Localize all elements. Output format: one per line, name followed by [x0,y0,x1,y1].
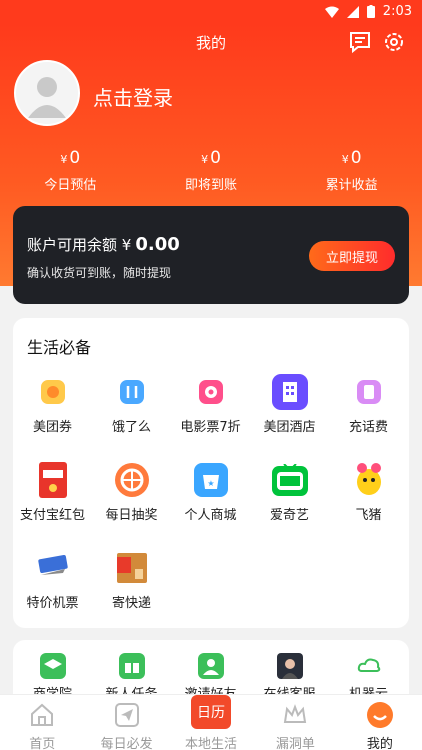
tab-mine[interactable]: 我的 [338,695,422,750]
currency-symbol: ¥ [341,153,349,166]
grid-item-fliggy[interactable]: 飞猪 [329,456,408,544]
tool-item-newbie-task[interactable]: 新人任务 [92,652,171,700]
grid-item-alipay-redpacket[interactable]: 支付宝红包 [13,456,92,544]
stat-value: 0 [69,148,81,168]
stat-total-earnings[interactable]: ¥0 累计收益 [281,148,422,193]
balance-label: 账户可用余额 [27,236,118,254]
grid-item-label: 饿了么 [111,420,151,435]
balance-amount: 0.00 [135,234,180,255]
fliggy-icon [351,462,387,498]
meituan-coupon-icon [35,374,71,410]
grid-item-label: 电影票7折 [180,420,241,435]
svg-text:★: ★ [207,479,214,488]
home-icon [28,701,56,729]
currency-symbol: ¥ [60,153,68,166]
grid-item-label: 美团券 [32,420,72,435]
movie-ticket-icon [193,374,229,410]
grid-item-label: 爱奇艺 [269,508,309,523]
stat-label: 今日预估 [44,178,97,193]
status-bar: 2:03 [0,0,422,24]
tab-label: 首页 [29,737,56,750]
section-title: 生活必备 [27,338,92,357]
stat-upcoming[interactable]: ¥0 即将到账 [141,148,282,193]
balance-card: 账户可用余额 ¥0.00 确认收货可到账，随时提现 立即提现 [13,206,409,304]
grid-item-label: 寄快递 [111,596,151,611]
alipay-redpacket-icon [35,462,71,498]
gift-icon [118,652,146,680]
grid-item-express[interactable]: 寄快递 [92,544,171,632]
life-essentials-card: 生活必备 美团券 饿了么 电影票7折 美团酒店 充话费 支付宝红包 每日抽奖 ★… [13,318,409,628]
grid-item-label: 飞猪 [355,508,382,523]
lottery-icon [114,462,150,498]
balance-title: 账户可用余额 ¥0.00 [27,234,180,255]
currency-symbol: ¥ [201,153,209,166]
signal-icon [346,5,359,18]
grid-item-lottery[interactable]: 每日抽奖 [92,456,171,544]
iqiyi-icon [271,462,308,498]
grid-item-iqiyi[interactable]: 爱奇艺 [250,456,329,544]
tool-item-invite[interactable]: 邀请好友 [171,652,250,700]
grid-item-label: 每日抽奖 [105,508,158,523]
grid-item-label: 特价机票 [26,596,79,611]
smile-icon [366,701,394,729]
tab-loophole[interactable]: 漏洞单 [253,695,337,750]
cloud-icon [355,652,383,680]
tab-label: 每日必发 [100,737,153,750]
express-icon [114,550,150,586]
status-time: 2:03 [382,4,412,19]
battery-icon [366,5,375,18]
wifi-icon [324,6,339,18]
phone-recharge-icon [351,374,387,410]
tab-home[interactable]: 首页 [0,695,84,750]
earnings-stats: ¥0 今日预估 ¥0 即将到账 ¥0 累计收益 [0,148,422,193]
tab-label: 本地生活 [185,737,238,750]
balance-subtitle: 确认收货可到账，随时提现 [27,266,172,280]
send-icon [113,701,141,729]
tool-item-service[interactable]: 在线客服 [250,652,329,700]
settings-gear-icon[interactable] [382,30,406,54]
calendar-icon: 日历 [191,695,232,729]
login-link[interactable]: 点击登录 [93,82,173,111]
service-avatar-icon [276,652,304,680]
grid-item-phone-recharge[interactable]: 充话费 [329,368,408,456]
grid-item-label: 美团酒店 [263,420,316,435]
stat-value: 0 [210,148,221,168]
tool-item-academy[interactable]: 商学院 [13,652,92,700]
message-icon[interactable] [348,30,372,54]
withdraw-button[interactable]: 立即提现 [309,241,395,271]
hotel-icon [271,374,308,410]
grid-item-label: 支付宝红包 [19,508,85,523]
stat-value: 0 [350,148,362,168]
grid-item-label: 充话费 [348,420,388,435]
grid-item-flight-ticket[interactable]: 特价机票 [13,544,92,632]
life-grid: 美团券 饿了么 电影票7折 美团酒店 充话费 支付宝红包 每日抽奖 ★ 个人商城… [13,368,409,632]
crown-icon [281,701,309,729]
tab-daily[interactable]: 每日必发 [84,695,168,750]
bottom-tab-bar: 首页 每日必发 日历 本地生活 漏洞单 我的 [0,694,422,750]
academy-icon [39,652,67,680]
grid-item-hotel[interactable]: 美团酒店 [250,368,329,456]
avatar[interactable] [14,60,80,126]
tool-item-cloud[interactable]: 机器云 [329,652,408,700]
grid-item-label: 个人商城 [184,508,237,523]
stat-label: 即将到账 [185,178,238,193]
shop-icon: ★ [193,462,229,498]
tab-label: 漏洞单 [275,737,315,750]
tab-local-life[interactable]: 日历 本地生活 [169,695,253,750]
grid-item-meituan-coupon[interactable]: 美团券 [13,368,92,456]
stat-today-estimate[interactable]: ¥0 今日预估 [0,148,141,193]
grid-item-eleme[interactable]: 饿了么 [92,368,171,456]
flight-ticket-icon [35,550,71,586]
stat-label: 累计收益 [325,178,378,193]
tab-label: 我的 [366,737,393,750]
invite-icon [197,652,225,680]
grid-item-movie-ticket[interactable]: 电影票7折 [171,368,250,456]
eleme-icon [114,374,150,410]
tools-card: 商学院 新人任务 邀请好友 在线客服 机器云 [13,640,409,700]
grid-item-shop[interactable]: ★ 个人商城 [171,456,250,544]
currency-symbol: ¥ [121,236,132,254]
